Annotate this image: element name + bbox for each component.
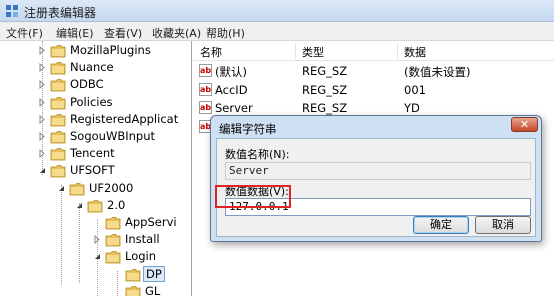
value-name: Server [215, 101, 253, 115]
folder-icon [125, 268, 141, 281]
tree-item-sogouwbinput[interactable]: SogouWBInput [38, 128, 191, 145]
expanded-arrow-icon[interactable] [93, 252, 102, 261]
tree-item-label: Nuance [70, 60, 114, 75]
edit-string-dialog: 编辑字符串 ✕ 数值名称(N): Server 数值数据(V): 127.0.0… [210, 115, 542, 242]
highlight-box [215, 185, 291, 208]
title-bar: 注册表编辑器 [0, 0, 554, 22]
open-folder-icon [69, 182, 85, 195]
open-folder-icon [50, 165, 66, 178]
tree-item-mozillaplugins[interactable]: MozillaPlugins [38, 42, 191, 59]
folder-icon [50, 62, 66, 75]
folder-icon [105, 234, 121, 247]
collapsed-arrow-icon[interactable] [38, 46, 47, 55]
expanded-arrow-icon[interactable] [57, 184, 66, 193]
tree-item-login[interactable]: Login [93, 248, 191, 265]
ok-button[interactable]: 确定 [413, 216, 469, 234]
tree-item-uf2000[interactable]: UF2000 [57, 180, 191, 197]
value-data: (数值未设置) [404, 65, 471, 79]
menu-bar: 文件(F) 编辑(E) 查看(V) 收藏夹(A) 帮助(H) [0, 22, 554, 41]
list-header: 名称 类型 数据 [193, 41, 554, 61]
registry-editor-icon [6, 5, 18, 17]
folder-icon [50, 131, 66, 144]
string-value-icon: ab [199, 64, 212, 77]
close-button[interactable]: ✕ [511, 117, 538, 132]
expanded-arrow-icon[interactable] [75, 201, 84, 210]
value-name-field: Server [225, 162, 531, 180]
value-data: YD [404, 101, 420, 115]
menu-help[interactable]: 帮助(H) [206, 25, 245, 41]
tree-item-label: ODBC [70, 77, 104, 92]
tree-item-gl[interactable]: GL [113, 283, 191, 296]
value-name-label: 数值名称(N): [225, 148, 290, 161]
open-folder-icon [105, 251, 121, 264]
menu-file[interactable]: 文件(F) [6, 25, 43, 41]
tree-item-label: UF2000 [89, 180, 134, 195]
string-value-icon: ab [199, 83, 212, 96]
dialog-title: 编辑字符串 [219, 122, 277, 136]
column-name[interactable]: 名称 [200, 44, 222, 60]
tree-item-label: Login [125, 249, 157, 264]
tree-item-label: Tencent [70, 146, 115, 161]
value-name: AccID [215, 83, 248, 97]
registry-tree[interactable]: MozillaPlugins Nuance ODBC Policies Register… [0, 41, 192, 296]
folder-icon [105, 217, 121, 230]
menu-view[interactable]: 查看(V) [104, 25, 142, 41]
value-type: REG_SZ [302, 64, 348, 78]
folder-icon [50, 79, 66, 92]
tree-item-ufsoft[interactable]: UFSOFT [38, 162, 191, 179]
tree-item-nuance[interactable]: Nuance [38, 59, 191, 76]
tree-item-label: UFSOFT [70, 163, 115, 178]
cancel-button[interactable]: 取消 [475, 216, 531, 234]
tree-item-tencent[interactable]: Tencent [38, 145, 191, 162]
tree-item-label: Install [125, 232, 160, 247]
folder-icon [50, 45, 66, 58]
value-data: 001 [404, 83, 426, 97]
window-title: 注册表编辑器 [24, 6, 97, 20]
tree-item-label: MozillaPlugins [70, 43, 151, 57]
column-data[interactable]: 数据 [404, 44, 426, 60]
tree-item-label: DP [143, 265, 165, 282]
folder-icon [50, 148, 66, 161]
menu-edit[interactable]: 编辑(E) [56, 25, 94, 41]
tree-item-policies[interactable]: Policies [38, 94, 191, 111]
collapsed-arrow-icon[interactable] [38, 97, 47, 107]
tree-item-odbc[interactable]: ODBC [38, 76, 191, 93]
folder-icon [50, 96, 66, 109]
value-type: REG_SZ [302, 101, 348, 115]
tree-item-registeredapplicat[interactable]: RegisteredApplicat [38, 111, 191, 128]
tree-item-dp[interactable]: DP [113, 265, 191, 283]
tree-item-appservi[interactable]: AppServi [93, 214, 191, 231]
expanded-arrow-icon[interactable] [38, 166, 47, 175]
string-value-icon: ab [199, 101, 212, 114]
tree-item-label: AppServi [125, 215, 177, 229]
value-type: REG_SZ [302, 83, 348, 97]
tree-item-label: SogouWBInput [70, 129, 155, 143]
value-row[interactable]: ab AccID REG_SZ 001 [193, 81, 554, 100]
folder-icon [125, 285, 141, 296]
tree-item-label: Policies [70, 94, 113, 109]
column-type[interactable]: 类型 [302, 44, 324, 60]
tree-item-label: 2.0 [107, 197, 126, 212]
value-name: (默认) [215, 65, 247, 79]
collapsed-arrow-icon[interactable] [38, 114, 47, 124]
collapsed-arrow-icon[interactable] [93, 235, 102, 245]
tree-item-label: GL [145, 283, 161, 296]
value-row[interactable]: ab (默认) REG_SZ (数值未设置) [193, 62, 554, 81]
tree-item-install[interactable]: Install [93, 231, 191, 248]
open-folder-icon [87, 199, 103, 213]
tree-item-2-0[interactable]: 2.0 [75, 197, 191, 214]
menu-favorites[interactable]: 收藏夹(A) [152, 25, 201, 41]
collapsed-arrow-icon[interactable] [38, 63, 47, 73]
collapsed-arrow-icon[interactable] [38, 132, 47, 141]
collapsed-arrow-icon[interactable] [38, 80, 47, 90]
folder-icon [50, 113, 66, 127]
collapsed-arrow-icon[interactable] [38, 149, 47, 159]
tree-item-label: RegisteredApplicat [70, 111, 179, 126]
